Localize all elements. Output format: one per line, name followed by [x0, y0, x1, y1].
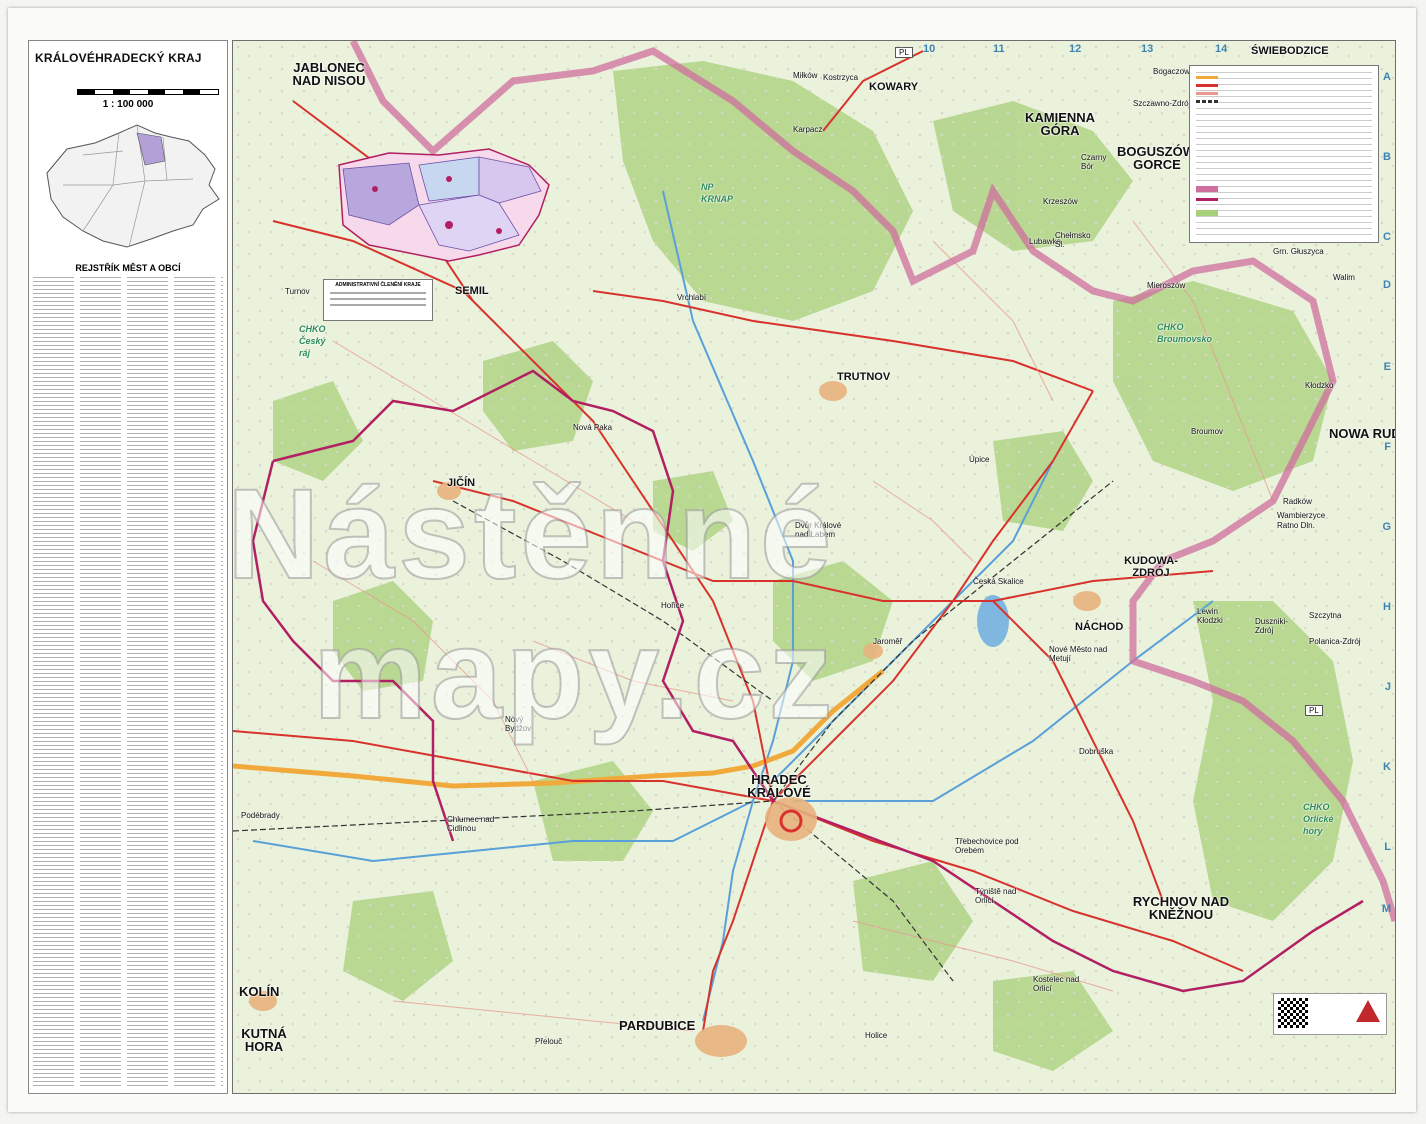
grid-col-12: 12: [1069, 43, 1082, 55]
town-label[interactable]: Přelouč: [535, 1037, 562, 1046]
town-label[interactable]: Szczytna: [1309, 611, 1341, 620]
town-label[interactable]: Ratno Dln.: [1277, 521, 1315, 530]
watermark-line-2: mapy.cz: [312, 602, 837, 747]
park-label-orlicke-hory: CHKO Orlické hory: [1303, 802, 1334, 836]
czech-republic-inset-map: [46, 124, 220, 248]
qr-code[interactable]: [1278, 998, 1308, 1028]
park-label-krnap: NP KRNAP: [701, 182, 734, 204]
town-label[interactable]: Třebechovice pod Orebem: [955, 837, 1025, 855]
grid-row-m: M: [1381, 903, 1391, 915]
rozkos-reservoir: [977, 595, 1009, 647]
town-label[interactable]: Turnov: [285, 287, 310, 296]
town-label[interactable]: Nová Paka: [573, 423, 612, 432]
administrative-division-inset: [338, 148, 550, 262]
town-label[interactable]: Úpice: [969, 455, 989, 464]
index-panel: KRÁLOVÉHRADECKÝ KRAJ 1 : 100 000 REJSTŘÍ…: [28, 40, 228, 1094]
grid-col-11: 11: [993, 43, 1005, 55]
town-label[interactable]: Szczawno-Zdrój: [1133, 99, 1190, 108]
town-label[interactable]: Kostrzyca: [823, 73, 858, 82]
grid-row-f: F: [1384, 441, 1391, 453]
city-label-kutna-hora[interactable]: KUTNÁ HORA: [237, 1027, 291, 1053]
town-label[interactable]: Broumov: [1191, 427, 1223, 436]
city-label-swiebodzice[interactable]: ŚWIEBODZICE: [1251, 45, 1329, 57]
region-map[interactable]: 10 11 12 13 14 A B C D E F G H J K L M H…: [232, 40, 1396, 1094]
legend-swatch-road: [1196, 84, 1218, 87]
grid-col-13: 13: [1141, 43, 1154, 55]
legend-swatch-railway: [1196, 100, 1218, 103]
legend-swatch-forest: [1196, 210, 1218, 216]
city-label-kolin[interactable]: KOLÍN: [239, 985, 279, 998]
administrative-division-legend: ADMINISTRATIVNÍ ČLENĚNÍ KRAJE: [323, 279, 433, 321]
town-label[interactable]: Krzeszów: [1043, 197, 1078, 206]
park-label-cesky-raj: CHKO Český ráj: [299, 324, 326, 358]
town-label[interactable]: Týniště nad Orlicí: [975, 887, 1035, 905]
city-label-boguszow-gorce[interactable]: BOGUSZÓW-GORCE: [1117, 145, 1199, 171]
town-label[interactable]: Chlumec nad Cidlinou: [447, 815, 511, 833]
panel-title: KRÁLOVÉHRADECKÝ KRAJ: [35, 51, 202, 65]
town-label[interactable]: Holice: [865, 1031, 887, 1040]
legend-swatch-motorway: [1196, 76, 1218, 79]
town-label[interactable]: Vrchlabí: [677, 293, 706, 302]
grid-row-b: B: [1383, 151, 1391, 163]
country-code-pl: PL: [895, 47, 913, 58]
grid-row-d: D: [1383, 279, 1391, 291]
park-label-broumovsko: CHKO Broumovsko: [1157, 322, 1213, 344]
town-label[interactable]: Kłodzko: [1305, 381, 1333, 390]
city-label-kudowa-zdroj[interactable]: KUDOWA-ZDRÓJ: [1123, 555, 1179, 579]
city-label-hradec-kralove[interactable]: HRADEC KRÁLOVÉ: [731, 773, 827, 799]
town-label[interactable]: Grn. Głuszyca: [1273, 247, 1324, 256]
town-label[interactable]: Polanica-Zdrój: [1309, 637, 1361, 646]
country-code-pl: PL: [1305, 705, 1323, 716]
city-label-nachod[interactable]: NÁCHOD: [1075, 621, 1123, 633]
grid-col-10: 10: [923, 43, 936, 55]
town-label[interactable]: Walim: [1333, 273, 1355, 282]
publisher-box: [1273, 993, 1387, 1035]
publisher-logo-icon: [1356, 1000, 1380, 1022]
town-label[interactable]: Wambierzyce: [1277, 511, 1325, 520]
town-label[interactable]: Jaroměř: [873, 637, 902, 646]
city-label-trutnov[interactable]: TRUTNOV: [837, 371, 890, 383]
town-label[interactable]: Chełmsko Śl.: [1055, 231, 1095, 249]
town-label[interactable]: Lewin Kłodzki: [1197, 607, 1237, 625]
town-label[interactable]: Nové Město nad Metují: [1049, 645, 1109, 663]
city-label-kamienna-gora[interactable]: KAMIENNA GÓRA: [1025, 111, 1095, 137]
scale-bar: [77, 89, 219, 95]
city-label-kowary[interactable]: KOWARY: [869, 81, 918, 93]
town-label[interactable]: Czarny Bór: [1081, 153, 1111, 171]
grid-row-g: G: [1382, 521, 1391, 533]
town-label[interactable]: Dobruška: [1079, 747, 1113, 756]
watermark-line-1: Nástěnné: [232, 462, 836, 607]
grid-col-14: 14: [1215, 43, 1228, 55]
town-label[interactable]: Radków: [1283, 497, 1312, 506]
town-label[interactable]: Mieroszów: [1147, 281, 1185, 290]
legend-swatch-state-border: [1196, 186, 1218, 192]
map-legend: [1189, 65, 1379, 243]
city-label-rychnov-nad-kneznou[interactable]: RYCHNOV NAD KNĚŽNOU: [1131, 895, 1231, 921]
grid-row-j: J: [1384, 681, 1391, 693]
town-label[interactable]: Duszniki-Zdrój: [1255, 617, 1295, 635]
grid-row-e: E: [1383, 361, 1391, 373]
city-label-pardubice[interactable]: PARDUBICE: [619, 1019, 695, 1032]
city-label-jablonec-nad-nisou[interactable]: JABLONEC NAD NISOU: [281, 61, 377, 87]
city-label-nowa-ruda[interactable]: NOWA RUDA: [1329, 427, 1395, 440]
index-title: REJSTŘÍK MĚST A OBCÍ: [75, 263, 181, 273]
town-label[interactable]: Karpacz: [793, 125, 822, 134]
town-label[interactable]: Podébrady: [241, 811, 280, 820]
grid-row-a: A: [1383, 71, 1391, 83]
legend-swatch-region-border: [1196, 198, 1218, 201]
town-label[interactable]: Česká Skalice: [973, 577, 1024, 586]
scale-text: 1 : 100 000: [102, 99, 154, 110]
legend-swatch-minor-road: [1196, 92, 1218, 95]
grid-row-k: K: [1383, 761, 1391, 773]
grid-row-l: L: [1384, 841, 1391, 853]
municipality-index-list: [33, 277, 223, 1087]
town-label[interactable]: Kostelec nad Orlicí: [1033, 975, 1093, 993]
grid-row-h: H: [1383, 601, 1391, 613]
city-label-semil[interactable]: SEMIL: [455, 285, 489, 297]
grid-row-c: C: [1383, 231, 1391, 243]
admin-legend-title: ADMINISTRATIVNÍ ČLENĚNÍ KRAJE: [335, 282, 421, 288]
town-label[interactable]: Miłków: [793, 71, 817, 80]
